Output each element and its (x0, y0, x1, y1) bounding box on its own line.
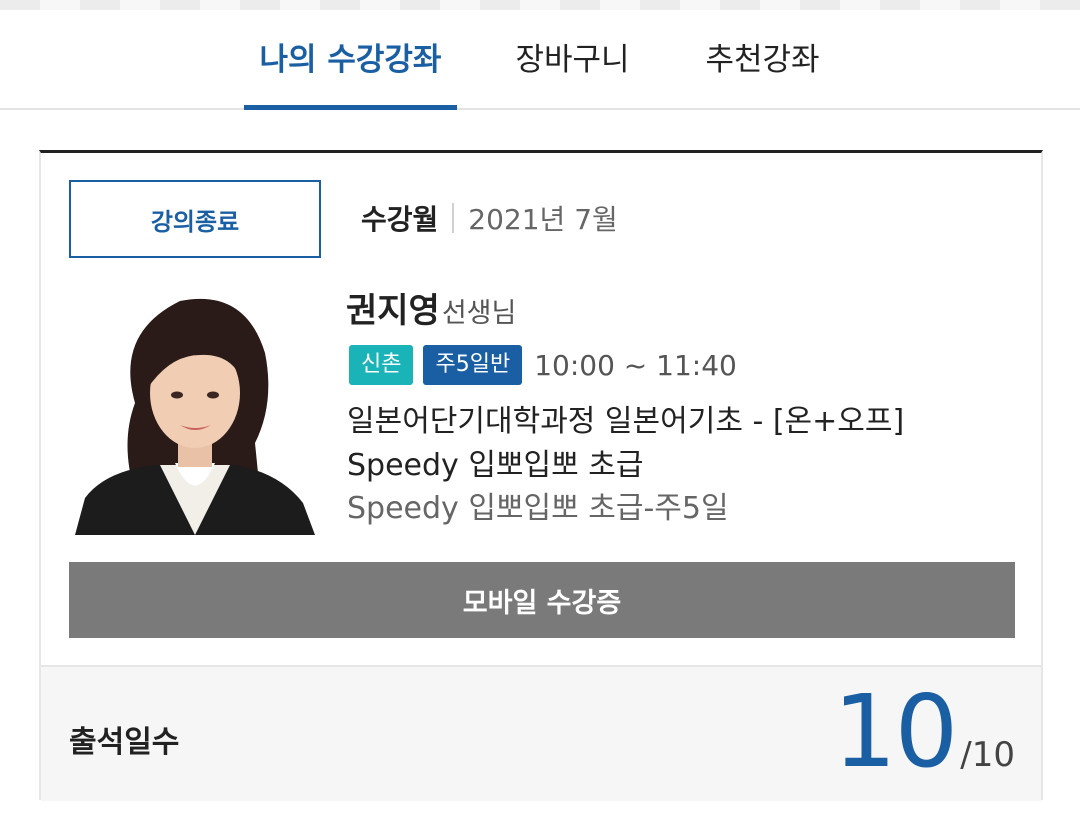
mobile-student-card-button[interactable]: 모바일 수강증 (69, 562, 1015, 638)
month-value: 2021년 7월 (468, 203, 618, 236)
attendance-total: /10 (960, 735, 1015, 775)
course-tags: 신촌 주5일반 10:00 ~ 11:40 (349, 345, 737, 385)
tab-my-courses[interactable]: 나의 수강강좌 (244, 10, 457, 110)
top-decorative-strip (0, 0, 1080, 10)
status-badge: 강의종료 (69, 180, 321, 258)
teacher-name-row: 권지영 선생님 (346, 283, 516, 333)
teacher-name: 권지영 (346, 291, 440, 331)
location-tag: 신촌 (349, 345, 414, 385)
schedule-tag: 주5일반 (423, 345, 523, 385)
tab-bar: 나의 수강강좌 장바구니 추천강좌 (0, 10, 1080, 110)
teacher-photo (75, 293, 315, 535)
course-card: 강의종료 수강월 2021년 7월 권지영 선생님 신촌 주5일반 10:00 … (39, 150, 1043, 801)
teacher-suffix: 선생님 (441, 298, 517, 329)
course-title: 일본어단기대학과정 일본어기초 - [온+오프] Speedy 입뽀입뽀 초급 (347, 404, 905, 483)
divider (452, 203, 455, 233)
tab-cart[interactable]: 장바구니 (490, 10, 655, 110)
active-tab-indicator (244, 105, 457, 110)
attendance-section: 출석일수 10 /10 (41, 665, 1041, 801)
class-time: 10:00 ~ 11:40 (534, 348, 737, 382)
attendance-value: 10 /10 (833, 677, 1015, 787)
enrollment-month: 수강월 2021년 7월 (361, 198, 618, 238)
month-label: 수강월 (361, 203, 439, 236)
course-subtitle: Speedy 입뽀입뽀 초급-주5일 (347, 491, 729, 526)
tab-recommended[interactable]: 추천강좌 (680, 10, 845, 110)
attendance-count: 10 (833, 673, 958, 790)
attendance-label: 출석일수 (69, 725, 180, 760)
